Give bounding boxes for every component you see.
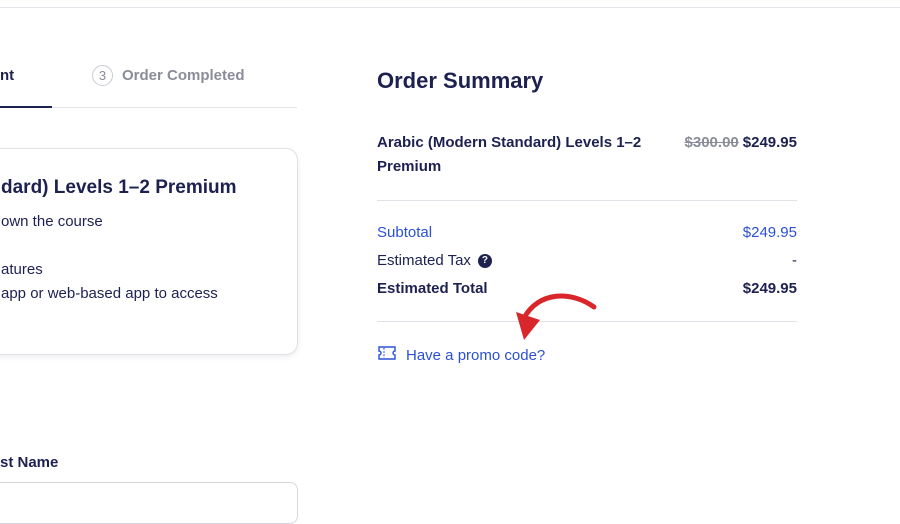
step-order-completed[interactable]: 3 Order Completed	[92, 65, 245, 86]
ticket-icon	[377, 345, 397, 365]
line-item-price: $300.00 $249.95	[685, 131, 797, 155]
header-divider	[0, 7, 900, 8]
step-active-label[interactable]: nt	[0, 67, 14, 84]
question-circle-icon[interactable]: ?	[477, 253, 492, 268]
subtotal-value: $249.95	[742, 224, 797, 241]
step-number-badge: 3	[92, 65, 113, 86]
product-feature-line: own the course	[1, 213, 103, 230]
product-card-title: dard) Levels 1–2 Premium	[1, 177, 237, 198]
last-name-label: st Name	[0, 454, 59, 471]
tax-label-group: Estimated Tax ?	[377, 252, 492, 269]
summary-divider	[377, 200, 797, 201]
subtotal-label: Subtotal	[377, 224, 433, 241]
original-price: $300.00	[684, 134, 739, 151]
order-summary-title: Order Summary	[377, 68, 544, 93]
discounted-price: $249.95	[742, 134, 797, 151]
product-feature-line: atures	[1, 261, 43, 278]
tax-label: Estimated Tax	[377, 252, 471, 269]
line-item-name: Arabic (Modern Standard) Levels 1–2 Prem…	[377, 134, 642, 175]
step-label: Order Completed	[122, 67, 245, 84]
product-card: dard) Levels 1–2 Premium own the course …	[0, 148, 298, 355]
subtotal-row: Subtotal $249.95	[377, 224, 797, 241]
tax-value: -	[792, 252, 797, 269]
curved-arrow-icon	[500, 290, 600, 355]
total-value: $249.95	[742, 280, 797, 297]
tax-row: Estimated Tax ? -	[377, 252, 797, 269]
total-label: Estimated Total	[377, 280, 488, 297]
product-feature-line: app or web-based app to access	[1, 285, 218, 302]
last-name-field[interactable]	[0, 482, 298, 524]
step-active-indicator	[0, 106, 52, 108]
